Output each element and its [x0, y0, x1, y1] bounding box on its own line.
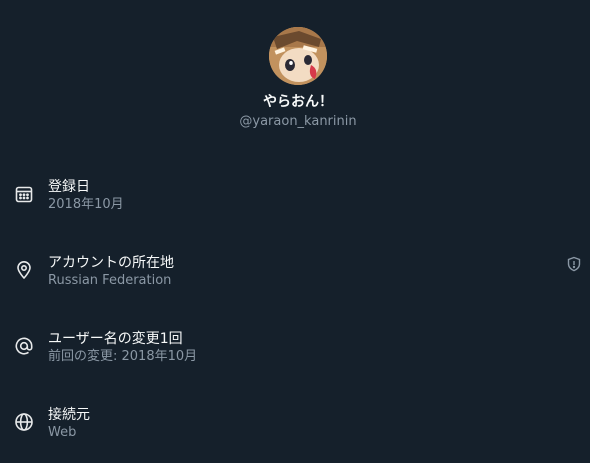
row-subtitle: Russian Federation	[48, 273, 172, 288]
location-pin-icon	[14, 260, 34, 280]
row-subtitle: 2018年10月	[48, 197, 124, 212]
connected-via-row: 接続元 Web	[0, 406, 590, 446]
display-name: やらおん！	[263, 94, 333, 110]
calendar-icon	[14, 184, 34, 204]
row-title: 接続元	[48, 407, 90, 423]
row-title: アカウントの所在地	[48, 255, 174, 271]
user-handle: @yaraon_kanrinin	[239, 114, 357, 129]
row-title: ユーザー名の変更1回	[48, 331, 183, 347]
row-subtitle: 前回の変更: 2018年10月	[48, 349, 198, 364]
row-title: 登録日	[48, 179, 90, 195]
row-subtitle: Web	[48, 425, 77, 440]
at-sign-icon	[14, 336, 34, 356]
avatar-image	[269, 27, 327, 85]
globe-icon	[14, 412, 34, 432]
avatar[interactable]	[269, 27, 327, 85]
shield-info-icon[interactable]	[566, 256, 582, 272]
account-location-row: アカウントの所在地 Russian Federation	[0, 254, 590, 294]
joined-date-row: 登録日 2018年10月	[0, 178, 590, 218]
username-changes-row: ユーザー名の変更1回 前回の変更: 2018年10月	[0, 330, 590, 370]
